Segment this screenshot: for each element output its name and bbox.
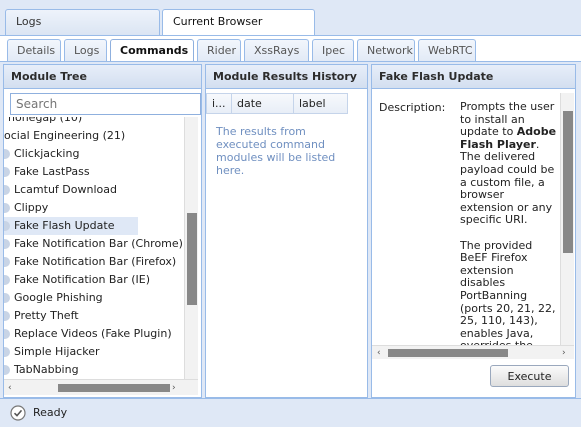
column-id[interactable]: i... bbox=[207, 94, 232, 114]
results-grid-header: i... date label bbox=[206, 93, 348, 114]
scroll-right-icon[interactable]: › bbox=[562, 348, 566, 358]
tree-item[interactable]: Fake Notification Bar (IE) bbox=[4, 271, 150, 289]
sub-tab-divider bbox=[0, 61, 581, 62]
ready-icon bbox=[10, 405, 26, 421]
tab-webrtc[interactable]: WebRTC bbox=[418, 39, 476, 61]
leaf-icon bbox=[4, 185, 10, 195]
detail-vertical-thumb[interactable] bbox=[563, 111, 573, 253]
leaf-icon bbox=[4, 329, 10, 339]
scroll-right-icon[interactable]: › bbox=[172, 383, 176, 393]
tree-item[interactable]: Lcamtuf Download bbox=[4, 181, 117, 199]
tree-vertical-scrollbar[interactable] bbox=[184, 117, 198, 379]
tree-item[interactable]: Replace Videos (Fake Plugin) bbox=[4, 325, 172, 343]
detail-horizontal-scrollbar[interactable]: ‹ › bbox=[372, 345, 574, 359]
module-detail-panel: Fake Flash Update Description: Prompts t… bbox=[371, 64, 576, 398]
leaf-icon bbox=[4, 257, 10, 267]
detail-vertical-scrollbar[interactable] bbox=[560, 93, 574, 345]
column-label[interactable]: label bbox=[294, 94, 348, 114]
tab-ipec[interactable]: Ipec bbox=[312, 39, 354, 61]
column-date[interactable]: date bbox=[232, 94, 294, 114]
leaf-icon bbox=[4, 293, 10, 303]
scroll-left-icon[interactable]: ‹ bbox=[8, 383, 12, 393]
leaf-icon bbox=[4, 167, 10, 177]
description-label: Description: bbox=[379, 101, 446, 114]
detail-horizontal-thumb[interactable] bbox=[388, 349, 508, 357]
module-tree-title: Module Tree bbox=[4, 65, 201, 89]
tree-category-social-engineering[interactable]: ocial Engineering (21) bbox=[4, 127, 125, 145]
top-tab-strip: Logs Current Browser bbox=[0, 0, 581, 36]
tab-commands[interactable]: Commands bbox=[110, 39, 194, 61]
tab-rider[interactable]: Rider bbox=[197, 39, 241, 61]
leaf-icon bbox=[4, 203, 10, 213]
tree-vertical-thumb[interactable] bbox=[187, 213, 197, 305]
tab-xssrays[interactable]: XssRays bbox=[244, 39, 309, 61]
leaf-icon bbox=[4, 239, 10, 249]
results-history-panel: Module Results History i... date label T… bbox=[205, 64, 368, 398]
tree-item-selected[interactable]: Fake Flash Update bbox=[4, 217, 138, 235]
tree-horizontal-scrollbar[interactable]: ‹ › bbox=[4, 379, 198, 395]
leaf-icon bbox=[4, 149, 10, 159]
tree-item[interactable]: Google Phishing bbox=[4, 289, 103, 307]
leaf-icon bbox=[4, 311, 10, 321]
tree-category-phonegap[interactable]: honegap (10) bbox=[8, 117, 82, 127]
tree-item[interactable]: Clippy bbox=[4, 199, 48, 217]
tree-item[interactable]: Fake Notification Bar (Firefox) bbox=[4, 253, 176, 271]
tree-item[interactable]: Pretty Theft bbox=[4, 307, 79, 325]
sub-tab-strip: Details Logs Commands Rider XssRays Ipec… bbox=[0, 36, 581, 61]
leaf-icon bbox=[4, 221, 10, 231]
tree-item[interactable]: Clickjacking bbox=[4, 145, 79, 163]
leaf-icon bbox=[4, 275, 10, 285]
leaf-icon bbox=[4, 347, 10, 357]
tab-logs[interactable]: Logs bbox=[5, 9, 160, 35]
tab-current-browser[interactable]: Current Browser bbox=[162, 9, 315, 35]
tab-network[interactable]: Network bbox=[357, 39, 415, 61]
module-detail-title: Fake Flash Update bbox=[372, 65, 575, 89]
leaf-icon bbox=[4, 365, 10, 375]
tree-item[interactable]: Fake Notification Bar (Chrome) bbox=[4, 235, 183, 253]
tree-item[interactable]: Simple Hijacker bbox=[4, 343, 100, 361]
module-tree: honegap (10) ocial Engineering (21) Clic… bbox=[4, 117, 190, 379]
status-bar: Ready bbox=[0, 398, 581, 427]
results-history-title: Module Results History bbox=[206, 65, 367, 89]
tree-horizontal-thumb[interactable] bbox=[58, 384, 170, 392]
scroll-left-icon[interactable]: ‹ bbox=[377, 348, 381, 358]
status-text: Ready bbox=[33, 406, 68, 419]
execute-button[interactable]: Execute bbox=[490, 365, 569, 387]
tree-item[interactable]: TabNabbing bbox=[4, 361, 79, 379]
tab-details[interactable]: Details bbox=[7, 39, 61, 61]
description-text: Prompts the user to install an update to… bbox=[460, 101, 557, 347]
module-tree-panel: Module Tree honegap (10) ocial Engineeri… bbox=[3, 64, 202, 398]
tree-item[interactable]: Fake LastPass bbox=[4, 163, 90, 181]
search-input[interactable] bbox=[10, 93, 201, 115]
results-empty-message: The results from executed command module… bbox=[216, 125, 336, 177]
tab-logs-sub[interactable]: Logs bbox=[64, 39, 107, 61]
